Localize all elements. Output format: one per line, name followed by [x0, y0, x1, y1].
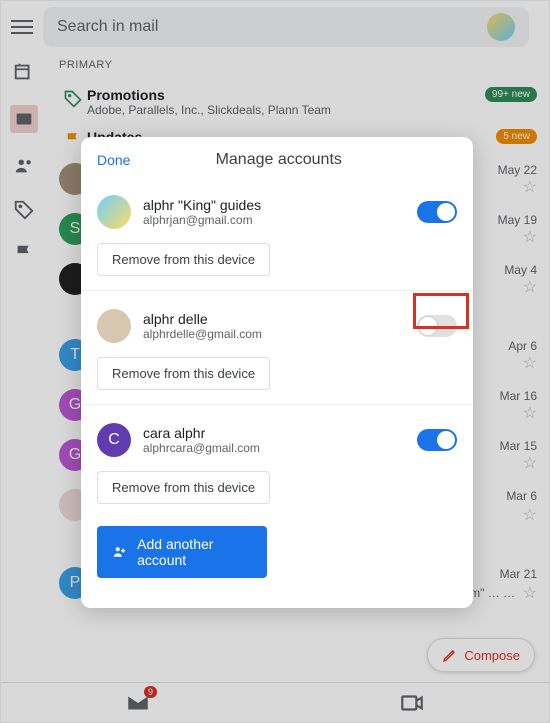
remove-device-button[interactable]: Remove from this device	[97, 357, 270, 390]
add-account-button[interactable]: Add another account	[97, 526, 267, 578]
account-name: cara alphr	[143, 425, 417, 441]
modal-title: Manage accounts	[100, 151, 457, 169]
account-row: alphr "King" guidesalphrjan@gmail.com	[97, 187, 457, 237]
account-row: Ccara alphralphrcara@gmail.com	[97, 415, 457, 465]
account-toggle[interactable]	[417, 429, 457, 451]
remove-device-button[interactable]: Remove from this device	[97, 243, 270, 276]
account-avatar: C	[97, 423, 131, 457]
account-avatar	[97, 309, 131, 343]
account-toggle[interactable]	[417, 201, 457, 223]
remove-device-button[interactable]: Remove from this device	[97, 471, 270, 504]
account-avatar	[97, 195, 131, 229]
account-name: alphr delle	[143, 311, 417, 327]
account-mail: alphrcara@gmail.com	[143, 441, 417, 455]
account-name: alphr "King" guides	[143, 197, 417, 213]
account-toggle[interactable]	[417, 315, 457, 337]
add-account-label: Add another account	[137, 536, 253, 568]
manage-accounts-modal: Done Manage accounts alphr "King" guides…	[81, 137, 473, 608]
person-plus-icon	[111, 543, 127, 561]
account-mail: alphrdelle@gmail.com	[143, 327, 417, 341]
account-row: alphr dellealphrdelle@gmail.com	[97, 301, 457, 351]
account-mail: alphrjan@gmail.com	[143, 213, 417, 227]
